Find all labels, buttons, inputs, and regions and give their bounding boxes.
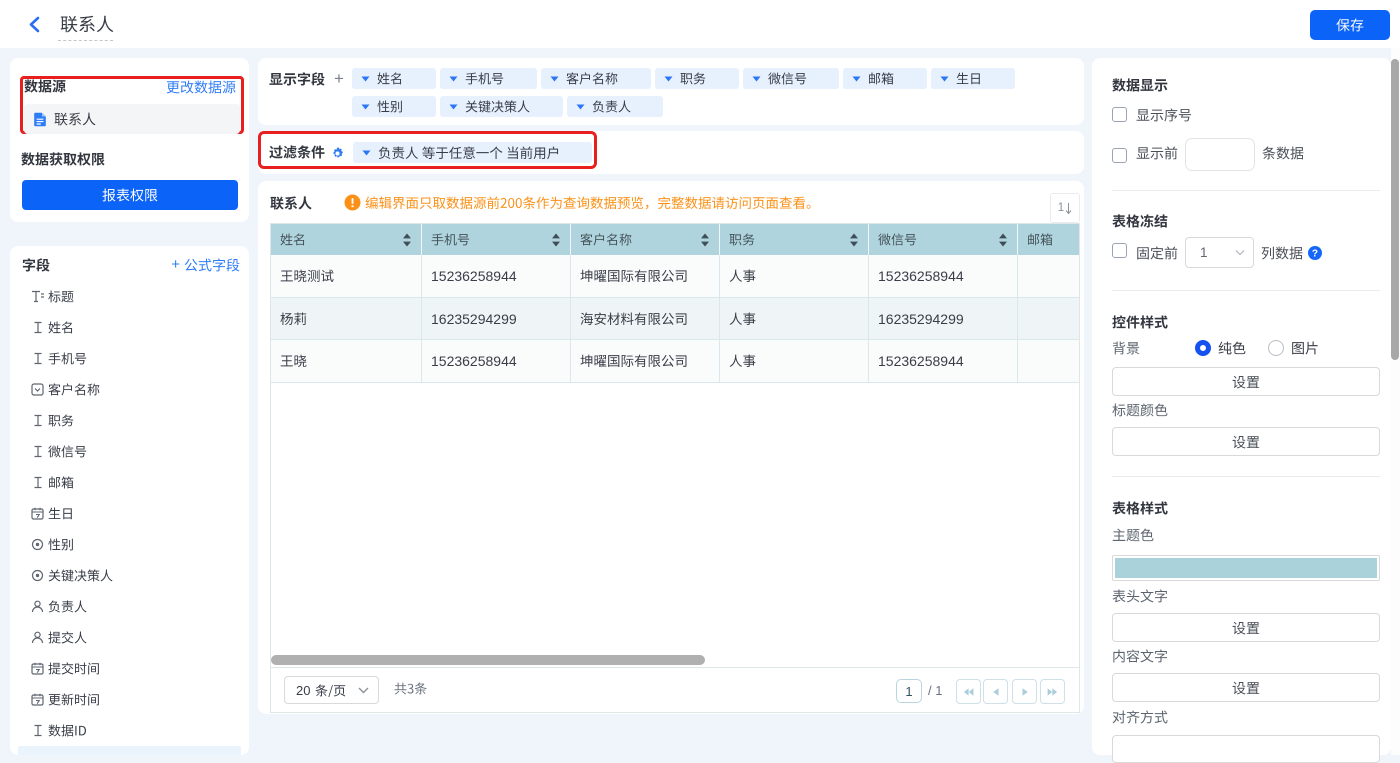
svg-text:?: ?: [1312, 249, 1318, 260]
